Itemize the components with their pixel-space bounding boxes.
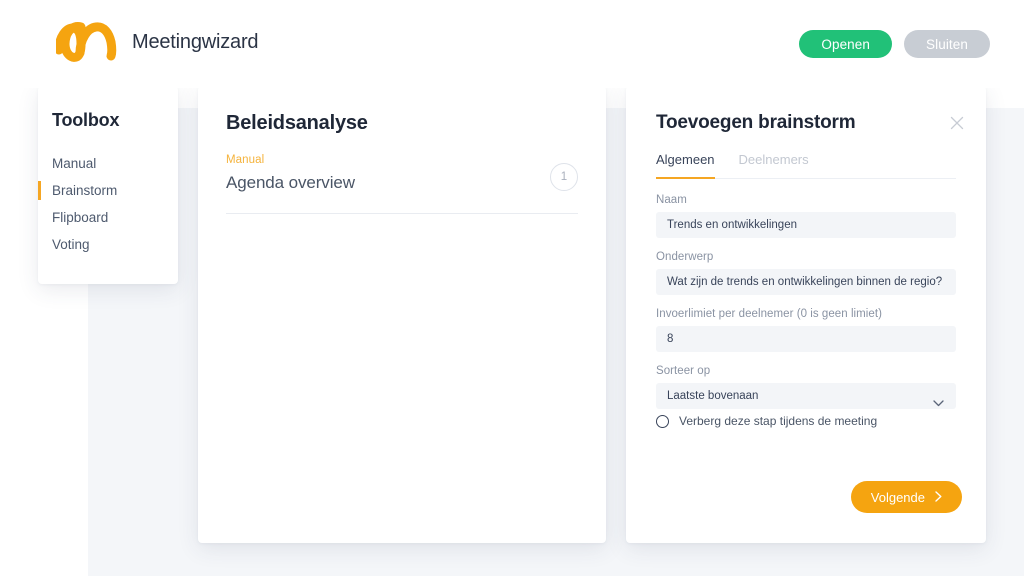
dialog-tabs: Algemeen Deelnemers <box>656 152 956 179</box>
field-label: Onderwerp <box>656 251 714 263</box>
agenda-row-kicker: Manual <box>226 154 265 166</box>
field-invoerlimiet: Invoerlimiet per deelnemer (0 is geen li… <box>656 308 956 352</box>
hide-step-checkbox-label: Verberg deze stap tijdens de meeting <box>679 414 878 428</box>
field-naam: Naam Trends en ontwikkelingen <box>656 194 956 238</box>
field-onderwerp: Onderwerp Wat zijn de trends en ontwikke… <box>656 251 956 295</box>
header-actions: Openen Sluiten <box>799 30 990 58</box>
close-icon[interactable] <box>948 114 966 132</box>
next-button[interactable]: Volgende <box>850 481 962 513</box>
brainstorm-dialog-card: Toevoegen brainstorm Algemeen Deelnemers… <box>626 86 986 543</box>
toolbox-title: Toolbox <box>52 110 120 130</box>
agenda-card: Beleidsanalyse Manual Agenda overview 1 <box>198 86 606 543</box>
sidebar-item-label: Voting <box>52 237 90 252</box>
sidebar-item-label: Manual <box>52 156 97 171</box>
onderwerp-input[interactable]: Wat zijn de trends en ontwikkelingen bin… <box>656 269 956 295</box>
invoerlimiet-input[interactable]: 8 <box>656 326 956 352</box>
sidebar-item-label: Brainstorm <box>52 183 118 198</box>
brainstorm-form: Naam Trends en ontwikkelingen Onderwerp … <box>656 194 956 422</box>
sidebar-item-manual[interactable]: Manual <box>38 150 178 177</box>
agenda-row[interactable]: Manual Agenda overview 1 <box>226 154 578 214</box>
close-button[interactable]: Sluiten <box>904 30 990 58</box>
next-button-label: Volgende <box>870 489 925 505</box>
toolbox-list: Manual Brainstorm Flipboard Voting <box>38 150 178 258</box>
naam-input[interactable]: Trends en ontwikkelingen <box>656 212 956 238</box>
field-label: Invoerlimiet per deelnemer (0 is geen li… <box>656 308 882 320</box>
field-sorteer-op: Sorteer op Laatste bovenaan <box>656 365 956 409</box>
hide-step-checkbox[interactable]: Verberg deze stap tijdens de meeting <box>656 414 877 428</box>
chevron-right-icon <box>935 490 942 505</box>
page-title: Beleidsanalyse <box>226 112 368 134</box>
tab-algemeen[interactable]: Algemeen <box>656 152 715 179</box>
tab-deelnemers[interactable]: Deelnemers <box>739 152 809 178</box>
field-label: Sorteer op <box>656 365 711 377</box>
brand-name: Meetingwizard <box>132 30 259 53</box>
brand: Meetingwizard <box>56 20 259 64</box>
field-label: Naam <box>656 194 687 206</box>
app-header: Meetingwizard Openen Sluiten <box>0 0 1024 88</box>
agenda-row-name: Agenda overview <box>226 173 355 192</box>
checkbox-circle-icon <box>656 414 669 428</box>
dialog-title: Toevoegen brainstorm <box>656 112 856 133</box>
open-button[interactable]: Openen <box>799 30 893 58</box>
agenda-row-badge: 1 <box>550 163 578 191</box>
sidebar-item-brainstorm[interactable]: Brainstorm <box>38 177 178 204</box>
sidebar-item-flipboard[interactable]: Flipboard <box>38 204 178 231</box>
meetingwizard-logo-icon <box>56 20 118 64</box>
toolbox-card: Toolbox Manual Brainstorm Flipboard Voti… <box>38 86 178 284</box>
sidebar-item-voting[interactable]: Voting <box>38 231 178 258</box>
sidebar-item-label: Flipboard <box>52 210 109 225</box>
sorteer-op-select[interactable]: Laatste bovenaan <box>656 383 956 409</box>
